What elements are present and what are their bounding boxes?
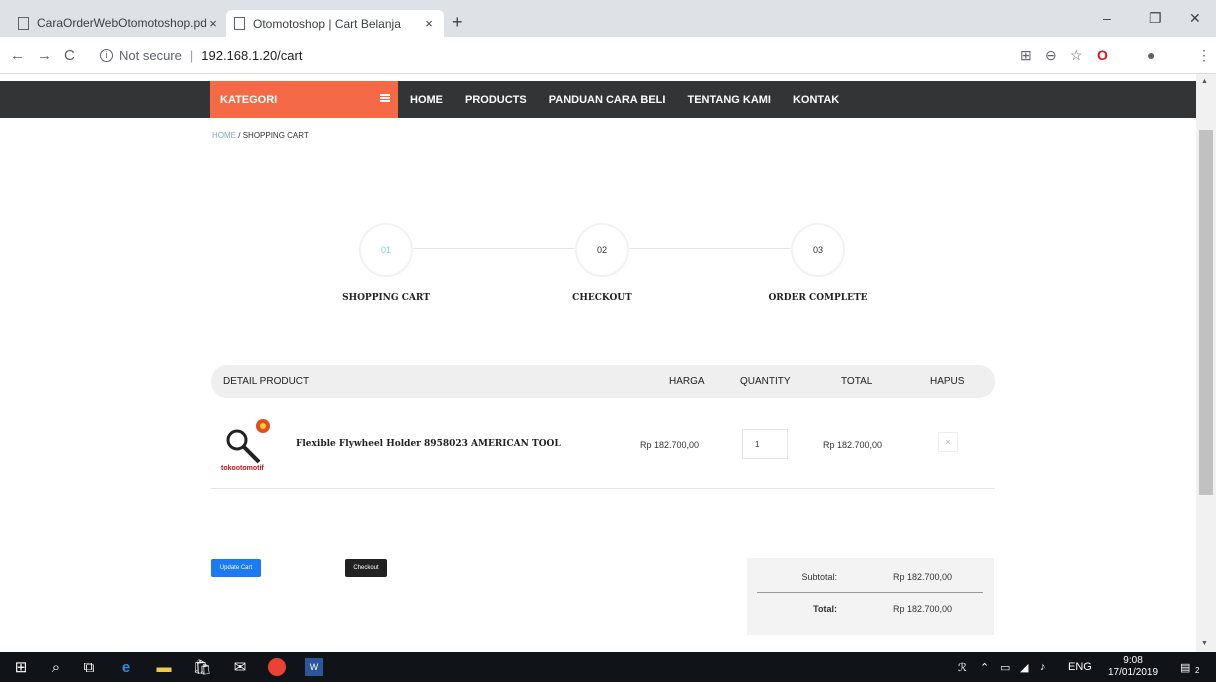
product-price: Rp 182.700,00	[640, 440, 700, 450]
zoom-icon[interactable]: ⊖	[1045, 47, 1057, 64]
info-icon[interactable]: i	[100, 48, 113, 62]
windows-taskbar: ⊞ ⌕ ⧉ e ▬ 🛍 ✉ W ℛ ⌃ ▭ ◢ ♪ ENG 9:08 17/01…	[0, 652, 1216, 682]
product-image[interactable]: tokootomotif	[219, 410, 277, 474]
update-cart-button[interactable]: Update Cart	[211, 559, 261, 577]
url-text[interactable]: 192.168.1.20/cart	[201, 48, 302, 63]
header-remove: HAPUS	[930, 376, 965, 387]
forward-button[interactable]: →	[37, 47, 52, 64]
word-icon[interactable]: W	[305, 658, 323, 676]
header-quantity: QUANTITY	[740, 376, 791, 387]
chrome-icon[interactable]	[268, 658, 286, 676]
tray-chevron-icon[interactable]: ⌃	[980, 661, 989, 674]
tab-pdf[interactable]: CaraOrderWebOtomotoshop.pdf ×	[10, 10, 228, 36]
notification-icon[interactable]: ▤	[1180, 661, 1190, 674]
clock-date: 17/01/2019	[1108, 667, 1159, 678]
minimize-button[interactable]: –	[1103, 10, 1111, 26]
step-circle-3: 03	[791, 223, 845, 277]
new-tab-button[interactable]: +	[452, 12, 463, 33]
address-bar[interactable]: i Not secure | 192.168.1.20/cart	[100, 43, 1000, 67]
header-total: TOTAL	[841, 376, 873, 387]
quantity-value: 1	[755, 439, 760, 449]
subtotal-label: Subtotal:	[801, 572, 837, 582]
scroll-down-icon[interactable]: ▼	[1201, 640, 1208, 647]
file-explorer-icon[interactable]: ▬	[155, 658, 173, 676]
step-circle-2: 02	[575, 223, 629, 277]
nav-panduan[interactable]: PANDUAN CARA BELI	[549, 94, 666, 106]
remove-item-button[interactable]: ×	[938, 432, 958, 452]
scroll-up-icon[interactable]: ▲	[1201, 78, 1208, 85]
header-price: HARGA	[669, 376, 705, 387]
tab-title: Otomotoshop | Cart Belanja	[253, 16, 401, 31]
clock[interactable]: 9:08 17/01/2019	[1108, 655, 1158, 679]
document-icon	[234, 17, 245, 30]
step-connector	[629, 248, 791, 249]
tab-close-icon[interactable]: ×	[206, 16, 220, 31]
breadcrumb-current: SHOPPING CART	[242, 131, 309, 140]
security-label: Not secure	[119, 47, 182, 63]
browser-toolbar: ← → C i Not secure | 192.168.1.20/cart ⊞…	[0, 37, 1216, 74]
cart-table-header: DETAIL PRODUCT HARGA QUANTITY TOTAL HAPU…	[211, 365, 995, 398]
task-view-icon[interactable]: ⧉	[80, 658, 98, 676]
product-name[interactable]: Flexible Flywheel Holder 8958023 AMERICA…	[296, 439, 561, 449]
page-scrollbar[interactable]: ▲ ▼	[1196, 74, 1216, 652]
language-indicator[interactable]: ENG	[1068, 661, 1092, 673]
breadcrumb: HOME / SHOPPING CART	[212, 131, 309, 140]
breadcrumb-sep: /	[238, 131, 241, 140]
breadcrumb-home[interactable]: HOME	[212, 131, 236, 140]
store-icon[interactable]: 🛍	[192, 658, 211, 676]
nav-links: HOME PRODUCTS PANDUAN CARA BELI TENTANG …	[410, 81, 861, 118]
document-icon	[18, 16, 29, 30]
total-label: Total:	[813, 604, 837, 614]
profile-icon[interactable]: ●	[1147, 47, 1155, 63]
kategori-dropdown[interactable]: KATEGORI	[210, 81, 398, 118]
mail-icon[interactable]: ✉	[231, 658, 249, 676]
step-label-3: ORDER COMPLETE	[768, 293, 868, 303]
subtotal-value: Rp 182.700,00	[893, 572, 953, 582]
close-icon: ×	[945, 437, 951, 447]
tab-close-icon[interactable]: ×	[422, 16, 436, 31]
tab-title: CaraOrderWebOtomotoshop.pdf	[37, 16, 206, 30]
kategori-label: KATEGORI	[220, 93, 278, 106]
nav-kontak[interactable]: KONTAK	[793, 94, 839, 106]
reload-button[interactable]: C	[64, 47, 75, 64]
brand-logo-text: tokootomotif	[221, 465, 264, 472]
checkout-button[interactable]: Checkout	[345, 559, 387, 577]
step-label-2: CHECKOUT	[572, 293, 632, 303]
hamburger-icon	[380, 94, 390, 102]
back-button[interactable]: ←	[10, 47, 25, 64]
quantity-input[interactable]: 1	[742, 429, 788, 459]
cart-item-row: tokootomotif Flexible Flywheel Holder 89…	[211, 404, 995, 489]
product-total: Rp 182.700,00	[823, 440, 883, 450]
separator: |	[189, 47, 194, 63]
translate-icon[interactable]: ⊞	[1020, 47, 1032, 64]
edge-icon[interactable]: e	[117, 658, 135, 676]
site-navbar: KATEGORI HOME PRODUCTS PANDUAN CARA BELI…	[0, 81, 1196, 118]
people-icon[interactable]: ℛ	[958, 661, 967, 674]
star-icon[interactable]: ☆	[1070, 47, 1083, 64]
cart-totals: Subtotal: Rp 182.700,00 Total: Rp 182.70…	[747, 558, 994, 635]
battery-icon: ▭	[1000, 662, 1011, 674]
nav-home[interactable]: HOME	[410, 94, 443, 106]
header-product: DETAIL PRODUCT	[223, 376, 310, 387]
restore-button[interactable]: ❐	[1149, 10, 1162, 27]
step-connector	[413, 248, 575, 249]
step-circle-1: 01	[359, 223, 413, 277]
nav-products[interactable]: PRODUCTS	[465, 94, 527, 106]
opera-icon[interactable]: O	[1097, 47, 1108, 63]
scroll-thumb[interactable]	[1199, 130, 1213, 495]
clock-time: 9:08	[1123, 655, 1143, 666]
search-icon[interactable]: ⌕	[47, 658, 65, 676]
windows-start-icon[interactable]: ⊞	[12, 658, 30, 676]
totals-divider	[757, 592, 983, 593]
volume-icon[interactable]: ♪	[1040, 661, 1046, 673]
nav-tentang[interactable]: TENTANG KAMI	[687, 94, 771, 106]
wifi-icon[interactable]: ◢	[1020, 661, 1028, 674]
step-label-1: SHOPPING CART	[342, 293, 430, 303]
notification-count: 2	[1195, 666, 1200, 675]
total-value: Rp 182.700,00	[893, 604, 953, 614]
menu-icon[interactable]: ⋮	[1197, 47, 1211, 64]
tab-cart[interactable]: Otomotoshop | Cart Belanja ×	[226, 10, 444, 37]
close-window-button[interactable]: ✕	[1189, 10, 1201, 27]
